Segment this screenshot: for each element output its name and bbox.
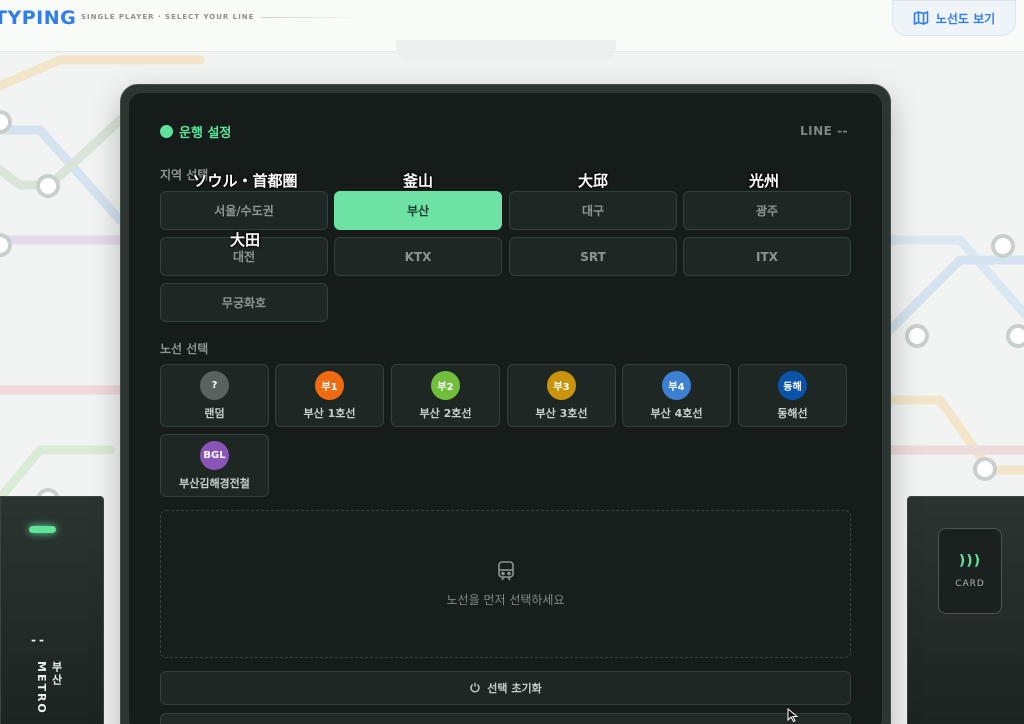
kiosk-line-number: --	[31, 633, 47, 647]
line-name: 부산 3호선	[535, 406, 588, 420]
line-badge-icon: 부3	[547, 370, 576, 400]
line-badge-icon: BGL	[200, 440, 229, 470]
region-button-itx[interactable]: ITX	[683, 237, 851, 276]
reset-selection-label: 선택 초기화	[487, 682, 542, 695]
region-overlay-label-daegu: 大邱	[577, 172, 609, 190]
right-gate-kiosk: ))) CARD	[907, 496, 1024, 724]
refresh-icon	[470, 682, 480, 693]
region-overlay-label-gwangju: 光州	[748, 172, 780, 190]
train-icon	[497, 561, 514, 581]
subtitle-divider	[261, 17, 361, 18]
map-icon	[913, 11, 929, 25]
region-label: 부산	[406, 204, 430, 218]
region-button-gwangju[interactable]: 광주	[683, 191, 851, 230]
random-line-badge-icon: ?	[200, 370, 229, 400]
gate-status-light	[29, 526, 56, 533]
region-label: ITX	[756, 249, 778, 264]
line-button-bgl[interactable]: BGL 부산김해경전철	[160, 434, 269, 497]
region-button-busan[interactable]: 부산	[334, 191, 502, 230]
reset-selection-button[interactable]: 선택 초기화	[160, 671, 851, 705]
region-button-ktx[interactable]: KTX	[334, 237, 502, 276]
line-badge-icon: 동해	[778, 370, 807, 400]
line-name: 동해선	[777, 406, 808, 420]
line-button-busan-3[interactable]: 부3 부산 3호선	[507, 364, 616, 427]
view-route-map-label: 노선도 보기	[935, 11, 996, 26]
region-button-seoul[interactable]: 서울/수도권	[160, 191, 328, 230]
line-name: 랜덤	[204, 406, 225, 420]
view-route-map-button[interactable]: 노선도 보기	[892, 0, 1016, 36]
start-button[interactable]	[160, 713, 851, 724]
station-list-empty-state: 노선을 먼저 선택하세요	[160, 510, 851, 658]
line-indicator: LINE --	[800, 124, 848, 138]
region-label: 대전	[232, 250, 256, 264]
region-overlay-label-daejeon: 大田	[229, 231, 261, 249]
panel-title-text: 운행 설정	[179, 126, 232, 141]
region-label: 무궁화호	[221, 296, 267, 310]
line-badge-icon: 부1	[315, 370, 344, 400]
card-reader-label: CARD	[955, 579, 985, 589]
line-name: 부산 4호선	[650, 406, 703, 420]
status-dot-icon	[160, 125, 173, 138]
line-name: 부산 1호선	[303, 406, 356, 420]
kiosk-vertical-text: 부산 METRO	[35, 661, 63, 715]
region-label: 서울/수도권	[214, 204, 274, 218]
panel-title: 운행 설정	[160, 122, 231, 141]
left-gate-kiosk: -- 부산 METRO	[0, 496, 104, 724]
region-label: 대구	[581, 204, 605, 218]
region-label: 광주	[755, 204, 779, 218]
line-button-donghae[interactable]: 동해 동해선	[738, 364, 847, 427]
page-subtitle: SINGLE PLAYER · SELECT YOUR LINE	[81, 13, 255, 21]
line-name: 부산 2호선	[419, 406, 472, 420]
line-button-busan-2[interactable]: 부2 부산 2호선	[391, 364, 500, 427]
region-label: SRT	[580, 249, 606, 264]
card-reader[interactable]: ))) CARD	[938, 528, 1002, 614]
region-overlay-label-busan: 釜山	[402, 172, 434, 190]
line-name: 부산김해경전철	[179, 476, 250, 490]
contactless-icon: )))	[958, 553, 982, 569]
brand-logo: TYPING	[0, 7, 77, 29]
region-label: KTX	[404, 249, 432, 264]
line-button-random[interactable]: ? 랜덤	[160, 364, 269, 427]
line-button-busan-1[interactable]: 부1 부산 1호선	[275, 364, 384, 427]
mouse-cursor-icon	[787, 708, 799, 722]
region-button-mugunghwa[interactable]: 무궁화호	[160, 283, 328, 322]
header-tab-shadow	[396, 40, 616, 60]
region-button-srt[interactable]: SRT	[509, 237, 677, 276]
line-section-label: 노선 선택	[160, 342, 209, 356]
region-button-daegu[interactable]: 대구	[509, 191, 677, 230]
line-badge-icon: 부4	[662, 370, 691, 400]
empty-state-text: 노선을 먼저 선택하세요	[446, 593, 565, 607]
region-overlay-label-seoul: ソウル・首都圏	[192, 172, 298, 190]
line-badge-icon: 부2	[431, 370, 460, 400]
line-button-busan-4[interactable]: 부4 부산 4호선	[622, 364, 731, 427]
